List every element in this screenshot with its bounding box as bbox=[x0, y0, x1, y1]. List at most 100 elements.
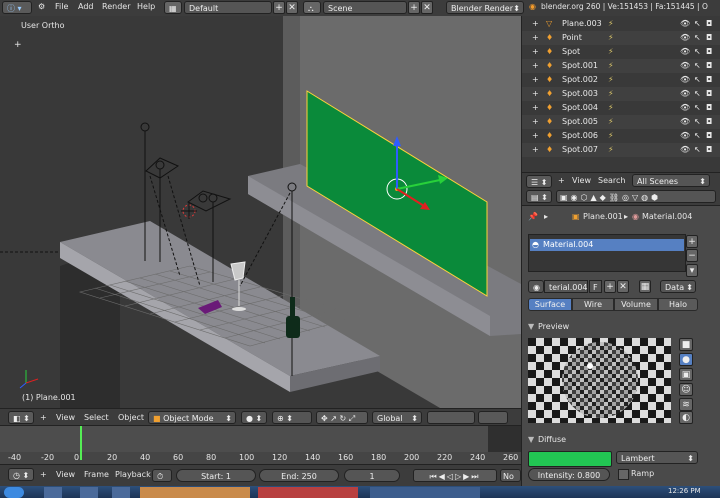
outliner-item-label[interactable]: Spot.003 bbox=[562, 87, 598, 101]
outliner-item[interactable]: + ♦ Spot.001 ⚡ 👁 ↖ ◘ bbox=[522, 59, 720, 73]
breadcrumb-object[interactable]: Plane.001 bbox=[583, 212, 623, 221]
menu-help[interactable]: Help bbox=[137, 2, 155, 11]
menu-select[interactable]: Select bbox=[84, 413, 109, 422]
editor-type-timeline-button[interactable]: ◷ ⬍ bbox=[8, 468, 34, 481]
delete-screen-button[interactable]: ✕ bbox=[286, 1, 298, 14]
fake-user-button[interactable]: F bbox=[589, 280, 602, 293]
outliner-item[interactable]: + ♦ Point ⚡ 👁 ↖ ◘ bbox=[522, 31, 720, 45]
diffuse-color-swatch[interactable] bbox=[528, 451, 612, 467]
preview-flat-icon[interactable]: ■ bbox=[679, 338, 693, 351]
orientation-dropdown[interactable]: Global ⬍ bbox=[372, 411, 422, 424]
new-material-button[interactable]: + bbox=[604, 280, 616, 293]
add-scene-button[interactable]: + bbox=[408, 1, 420, 14]
plus-icon[interactable]: + bbox=[40, 413, 47, 422]
tab-volume[interactable]: Volume bbox=[614, 298, 658, 311]
playback-controls[interactable]: ⏮◀◁▷▶⏭ bbox=[413, 469, 497, 482]
taskbar-item-blender[interactable] bbox=[140, 487, 250, 498]
outliner-item-label[interactable]: Spot.005 bbox=[562, 115, 598, 129]
outliner-item-label[interactable]: Spot.004 bbox=[562, 101, 598, 115]
expand-plus-icon[interactable]: + bbox=[532, 45, 539, 59]
preview-cube-icon[interactable]: ▣ bbox=[679, 368, 693, 381]
expand-plus-icon[interactable]: + bbox=[532, 115, 539, 129]
render-camera-icon[interactable]: ◘ bbox=[706, 87, 712, 101]
render-camera-icon[interactable]: ◘ bbox=[706, 45, 712, 59]
editor-type-3d-button[interactable]: ◧ ⬍ bbox=[8, 411, 34, 424]
tab-halo[interactable]: Halo bbox=[658, 298, 698, 311]
ramp-checkbox[interactable] bbox=[618, 469, 629, 480]
selectability-cursor-icon[interactable]: ↖ bbox=[694, 17, 701, 31]
plus-icon[interactable]: + bbox=[558, 176, 565, 185]
lamp-data-icon[interactable]: ⚡ bbox=[608, 87, 614, 101]
visibility-eye-icon[interactable]: 👁 bbox=[680, 73, 690, 87]
selectability-cursor-icon[interactable]: ↖ bbox=[694, 115, 701, 129]
material-slot-selected[interactable]: ◓ Material.004 bbox=[530, 239, 684, 251]
lamp-data-icon[interactable]: ⚡ bbox=[608, 73, 614, 87]
context-tabs[interactable]: ▣◉⬡▲◆⛓◎▽◍⬢ bbox=[556, 190, 716, 203]
menu-object[interactable]: Object bbox=[118, 413, 144, 422]
outliner-item-label[interactable]: Spot.001 bbox=[562, 59, 598, 73]
selectability-cursor-icon[interactable]: ↖ bbox=[694, 73, 701, 87]
outliner-item[interactable]: + ♦ Spot.002 ⚡ 👁 ↖ ◘ bbox=[522, 73, 720, 87]
start-button[interactable] bbox=[4, 487, 24, 498]
taskbar-icon-firefox[interactable] bbox=[80, 487, 98, 498]
toolshelf-toggle-button[interactable]: + bbox=[14, 40, 22, 50]
manipulator-buttons[interactable]: ✥ ↗ ↻ ⤢ bbox=[316, 411, 368, 424]
expand-plus-icon[interactable]: + bbox=[532, 59, 539, 73]
preview-monkey-icon[interactable]: ☺ bbox=[679, 383, 693, 396]
render-camera-icon[interactable]: ◘ bbox=[706, 31, 712, 45]
viewport-shading-dropdown[interactable]: ● ⬍ bbox=[241, 411, 267, 424]
menu-add[interactable]: Add bbox=[78, 2, 94, 11]
lamp-data-icon[interactable]: ⚡ bbox=[608, 31, 614, 45]
outliner-item[interactable]: + ♦ Spot.003 ⚡ 👁 ↖ ◘ bbox=[522, 87, 720, 101]
visibility-eye-icon[interactable]: 👁 bbox=[680, 87, 690, 101]
taskbar-item-2[interactable] bbox=[258, 487, 358, 498]
outliner-item[interactable]: + ♦ Spot.006 ⚡ 👁 ↖ ◘ bbox=[522, 129, 720, 143]
editor-type-info-button[interactable]: ⓘ ▾ bbox=[2, 1, 32, 14]
menu-file[interactable]: File bbox=[55, 2, 68, 11]
visibility-eye-icon[interactable]: 👁 bbox=[680, 59, 690, 73]
tab-surface[interactable]: Surface bbox=[528, 298, 572, 311]
timeline-track[interactable] bbox=[0, 426, 521, 452]
render-camera-icon[interactable]: ◘ bbox=[706, 73, 712, 87]
expand-plus-icon[interactable]: + bbox=[532, 87, 539, 101]
editor-type-properties-button[interactable]: ▤ ⬍ bbox=[526, 190, 552, 203]
node-material-button[interactable]: ▦ bbox=[639, 280, 651, 293]
outliner-item[interactable]: + ♦ Spot ⚡ 👁 ↖ ◘ bbox=[522, 45, 720, 59]
timeline-area[interactable]: -40 -20 0 20 40 60 80 100 120 140 160 180 200 220 240 2… bbox=[0, 425, 521, 464]
render-camera-icon[interactable]: ◘ bbox=[706, 17, 712, 31]
collapse-triangle-icon[interactable]: ▼ bbox=[528, 435, 534, 444]
tab-wire[interactable]: Wire bbox=[572, 298, 614, 311]
outliner[interactable]: + ▽ Plane.003 ⚡ 👁 ↖ ◘ + ♦ Point ⚡ 👁 ↖ ◘ + ♦ Spot ⚡ 👁 ↖ ◘ + ♦ Sp… bbox=[521, 16, 720, 189]
taskbar-icon-media[interactable] bbox=[112, 487, 130, 498]
menu-view[interactable]: View bbox=[56, 470, 75, 479]
visibility-eye-icon[interactable]: 👁 bbox=[680, 17, 690, 31]
screen-layout-icon[interactable]: ▦ bbox=[164, 1, 182, 14]
visibility-eye-icon[interactable]: 👁 bbox=[680, 31, 690, 45]
outliner-item[interactable]: + ▽ Plane.003 ⚡ 👁 ↖ ◘ bbox=[522, 17, 720, 31]
intensity-slider[interactable]: Intensity: 0.800 bbox=[528, 468, 610, 481]
add-slot-button[interactable]: + bbox=[686, 235, 698, 248]
preview-sphere-icon[interactable]: ● bbox=[679, 353, 693, 366]
selectability-cursor-icon[interactable]: ↖ bbox=[694, 31, 701, 45]
selectability-cursor-icon[interactable]: ↖ bbox=[694, 59, 701, 73]
preview-range-button[interactable]: ⏱ bbox=[152, 469, 172, 482]
render-camera-icon[interactable]: ◘ bbox=[706, 115, 712, 129]
lamp-data-icon[interactable]: ⚡ bbox=[608, 17, 614, 31]
outliner-filter-dropdown[interactable]: All Scenes ⬍ bbox=[632, 174, 710, 187]
start-frame-field[interactable]: Start: 1 bbox=[176, 469, 256, 482]
lamp-data-icon[interactable]: ⚡ bbox=[608, 129, 614, 143]
editor-type-outliner-button[interactable]: ☰ ⬍ bbox=[526, 175, 552, 188]
scene-field[interactable]: Scene bbox=[323, 1, 407, 14]
preview-panel-title[interactable]: Preview bbox=[538, 322, 569, 331]
render-camera-icon[interactable]: ◘ bbox=[706, 143, 712, 157]
3d-viewport[interactable]: User Ortho + (1) Plane.001 bbox=[0, 16, 521, 408]
pivot-dropdown[interactable]: ⊕ ⬍ bbox=[272, 411, 312, 424]
pin-icon[interactable]: 📌 bbox=[528, 212, 538, 221]
visibility-eye-icon[interactable]: 👁 bbox=[680, 129, 690, 143]
browse-material-button[interactable]: ◉ bbox=[528, 280, 544, 293]
lamp-data-icon[interactable]: ⚡ bbox=[608, 143, 614, 157]
layer-buttons[interactable] bbox=[427, 411, 475, 424]
current-frame-field[interactable]: 1 bbox=[344, 469, 400, 482]
sync-mode-dropdown[interactable]: No S bbox=[500, 469, 521, 482]
expand-plus-icon[interactable]: + bbox=[532, 143, 539, 157]
